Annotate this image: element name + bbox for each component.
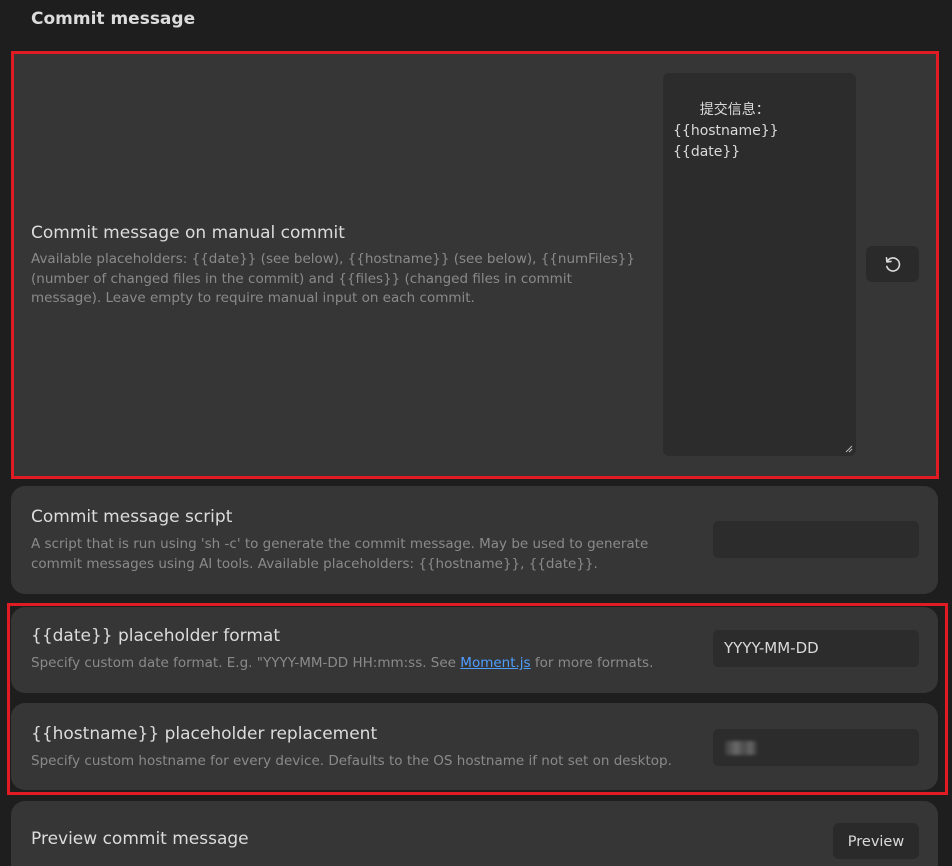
settings-page: Commit message Commit message on manual … [0, 0, 952, 866]
hostname-input[interactable] [713, 729, 919, 766]
textarea-value: 提交信息： {{hostname}} {{date}} [673, 102, 779, 160]
redacted-hostname [725, 741, 757, 755]
reset-icon [885, 257, 900, 272]
moment-js-link[interactable]: Moment.js [460, 655, 530, 671]
setting-title: {{date}} placeholder format [31, 626, 280, 646]
setting-manual-commit-message: Commit message on manual commit Availabl… [11, 54, 938, 476]
setting-preview-commit-message: Preview commit message Preview [11, 801, 938, 866]
section-heading: Commit message [31, 9, 196, 29]
setting-description: Available placeholders: {{date}} (see be… [31, 251, 635, 306]
setting-title: {{hostname}} placeholder replacement [31, 724, 378, 744]
preview-button[interactable]: Preview [833, 823, 919, 859]
resize-grip-icon[interactable] [845, 445, 853, 453]
manual-commit-message-textarea[interactable]: 提交信息： {{hostname}} {{date}} [663, 73, 856, 456]
setting-title: Commit message script [31, 507, 233, 527]
setting-date-placeholder-format: {{date}} placeholder format Specify cust… [11, 607, 938, 693]
setting-description: Specify custom date format. E.g. "YYYY-M… [31, 655, 654, 671]
setting-title: Commit message on manual commit [31, 223, 345, 243]
commit-script-input[interactable] [713, 521, 919, 558]
setting-title: Preview commit message [31, 829, 249, 849]
date-format-input[interactable]: YYYY-MM-DD [713, 630, 919, 667]
setting-hostname-placeholder: {{hostname}} placeholder replacement Spe… [11, 703, 938, 790]
setting-commit-message-script: Commit message script A script that is r… [11, 486, 938, 594]
setting-description: A script that is run using 'sh -c' to ge… [31, 536, 649, 572]
setting-description: Specify custom hostname for every device… [31, 753, 672, 769]
reset-button[interactable] [866, 246, 919, 282]
